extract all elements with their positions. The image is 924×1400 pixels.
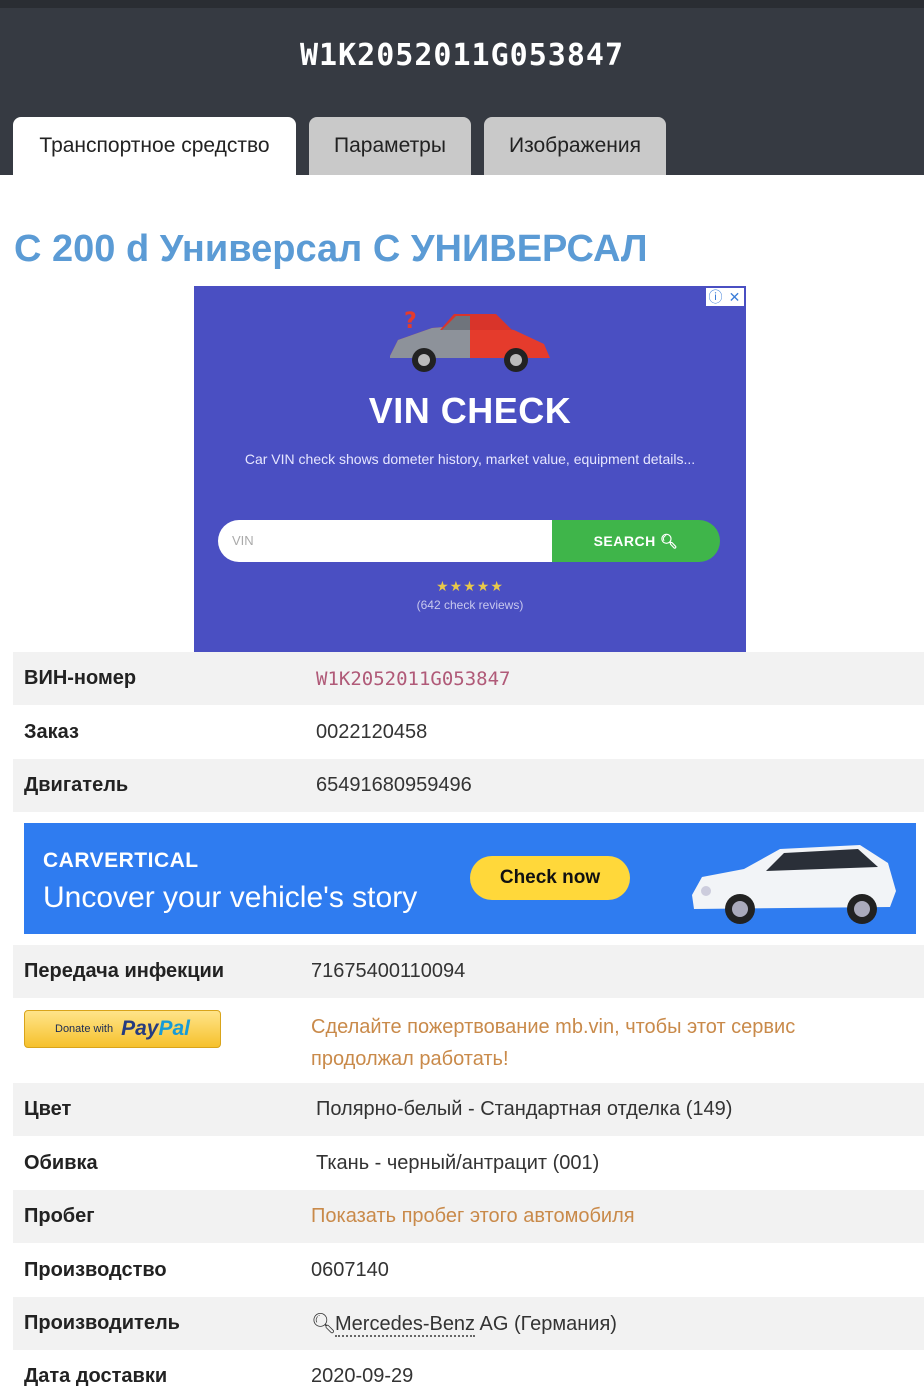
row-label: ВИН-номер <box>24 667 137 689</box>
show-mileage-link[interactable]: Показать пробег этого автомобиля <box>311 1205 635 1228</box>
tab-vehicle[interactable]: Транспортное средство <box>13 117 296 175</box>
manufacturer-country: AG (Германия) <box>475 1313 617 1335</box>
row-label: Заказ <box>24 721 79 743</box>
row-value: 2020-09-29 <box>311 1365 414 1387</box>
ad-vin-input[interactable]: VIN <box>218 520 552 562</box>
magnifier-icon[interactable]: 🔍︎ <box>311 1311 336 1336</box>
tab-parameters[interactable]: Параметры <box>309 117 471 175</box>
donate-text[interactable]: Сделайте пожертвование mb.vin, чтобы это… <box>311 1011 871 1075</box>
row-value: 65491680959496 <box>316 774 472 796</box>
row-delivery: Дата доставки 2020-09-29 <box>13 1350 924 1400</box>
row-value: 0022120458 <box>316 721 428 743</box>
ad-search-button[interactable]: SEARCH 🔍︎ <box>552 520 720 562</box>
row-label: Обивка <box>24 1152 98 1174</box>
row-value: Полярно-белый - Стандартная отделка (149… <box>316 1098 733 1120</box>
close-icon[interactable]: ✕ <box>725 288 744 306</box>
row-engine: Двигатель 65491680959496 <box>13 759 924 812</box>
row-label: Цвет <box>24 1098 72 1120</box>
ad-reviews: (642 check reviews) <box>416 598 524 612</box>
rating-stars: ★★★★★ <box>436 578 504 594</box>
row-label: Передача инфекции <box>24 960 225 982</box>
row-transmission: Передача инфекции 71675400110094 <box>13 945 924 998</box>
header-bar: W1K2052011G053847 Транспортное средство … <box>0 0 924 175</box>
donate-small-text: Donate with <box>55 1023 114 1035</box>
ad-slogan: Uncover your vehicle's story <box>43 881 418 914</box>
row-label: Пробег <box>24 1205 95 1227</box>
row-value: 71675400110094 <box>311 960 466 982</box>
white-car-icon <box>692 845 896 924</box>
row-label: Дата доставки <box>24 1365 168 1387</box>
row-production: Производство 0607140 <box>13 1244 924 1297</box>
page-vin-title: W1K2052011G053847 <box>299 38 625 73</box>
row-mileage: Пробег Показать пробег этого автомобиля <box>13 1190 924 1243</box>
row-order: Заказ 0022120458 <box>13 706 924 759</box>
top-stripe <box>0 0 924 8</box>
manufacturer-link[interactable]: Mercedes-Benz <box>335 1313 476 1337</box>
row-label: Производитель <box>24 1312 180 1334</box>
paypal-donate-button[interactable]: Donate with PayPal <box>24 1010 221 1048</box>
row-value: Ткань - черный/антрацит (001) <box>316 1152 600 1174</box>
damaged-car-icon: ? <box>390 309 550 372</box>
row-value: 0607140 <box>311 1259 389 1281</box>
ad-search-label: SEARCH <box>593 533 656 549</box>
vin-check-ad[interactable]: ⓘ ✕ ? VIN CHECK Car VIN check shows dome… <box>194 286 746 652</box>
info-icon[interactable]: ⓘ <box>706 288 725 306</box>
row-value: W1K2052011G053847 <box>316 667 511 690</box>
paypal-logo: PayPal <box>121 1017 190 1040</box>
ad-description: Car VIN check shows dometer history, mar… <box>244 451 696 467</box>
carvertical-ad[interactable]: CARVERTICAL Uncover your vehicle's story… <box>24 823 916 934</box>
tab-images[interactable]: Изображения <box>484 117 666 175</box>
check-now-button[interactable]: Check now <box>470 856 630 900</box>
row-manufacturer: Производитель 🔍︎Mercedes-Benz AG (Герман… <box>13 1297 924 1350</box>
ad-headline: VIN CHECK <box>368 390 572 431</box>
row-vin: ВИН-номер W1K2052011G053847 <box>13 652 924 705</box>
row-value: 🔍︎Mercedes-Benz AG (Германия) <box>311 1311 617 1337</box>
row-label: Производство <box>24 1259 167 1281</box>
svg-text:?: ? <box>404 309 417 334</box>
ad-brand: CARVERTICAL <box>43 849 199 872</box>
row-color: Цвет Полярно-белый - Стандартная отделка… <box>13 1083 924 1136</box>
ad-choices[interactable]: ⓘ ✕ <box>706 288 744 306</box>
row-upholstery: Обивка Ткань - черный/антрацит (001) <box>13 1137 924 1190</box>
search-icon: 🔍︎ <box>660 533 679 549</box>
row-label: Двигатель <box>24 774 129 796</box>
donate-row: Donate with PayPal Сделайте пожертвовани… <box>13 999 924 1083</box>
model-title: C 200 d Универсал C УНИВЕРСАЛ <box>14 228 648 270</box>
